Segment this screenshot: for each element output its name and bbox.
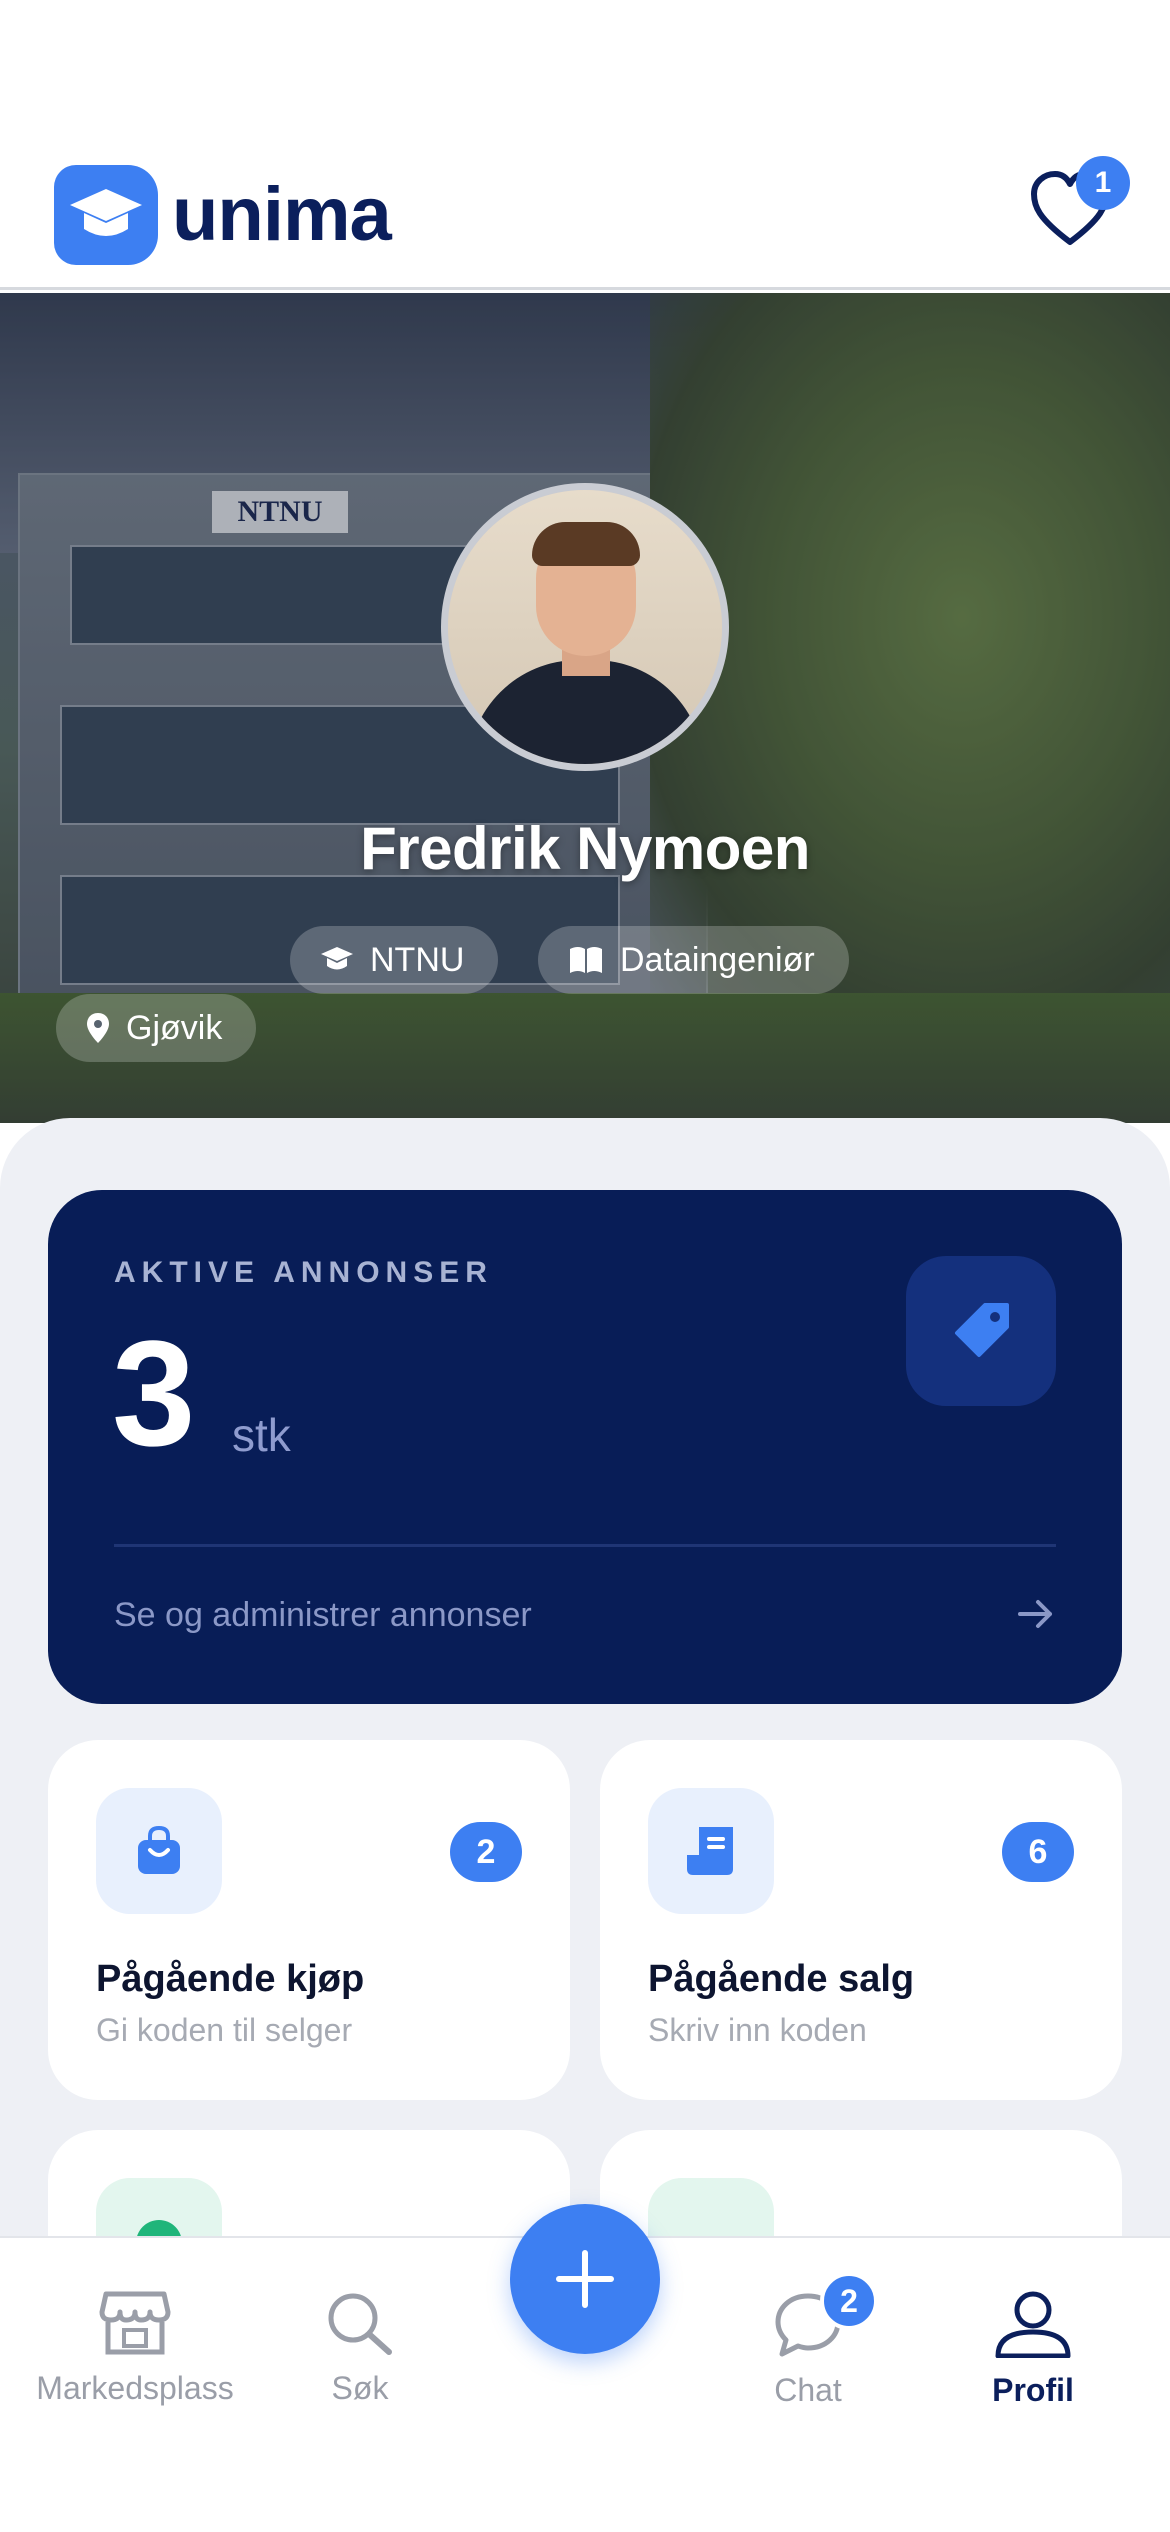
receipt-icon (648, 1788, 774, 1914)
ongoing-purchases-card[interactable]: 2 Pågående kjøp Gi koden til selger (48, 1740, 570, 2100)
tag-icon (906, 1256, 1056, 1406)
sales-title: Pågående salg (648, 1958, 915, 2000)
plus-icon (556, 2250, 614, 2308)
graduation-cap-icon (321, 947, 353, 970)
city-label: Gjøvik (126, 1008, 223, 1047)
search-icon (328, 2293, 392, 2355)
city-chip: Gjøvik (56, 994, 257, 1062)
app-name: unima (172, 172, 392, 257)
sales-count-badge: 6 (1002, 1822, 1074, 1882)
ongoing-sales-card[interactable]: 6 Pågående salg Skriv inn koden (600, 1740, 1122, 2100)
active-listings-count: 3 (112, 1309, 196, 1477)
nav-search-label: Søk (331, 2370, 389, 2406)
nav-profile[interactable]: Profil (970, 2290, 1096, 2409)
person-icon (995, 2291, 1071, 2358)
chat-unread-badge: 2 (820, 2272, 878, 2330)
manage-listings-link[interactable]: Se og administrer annonser (114, 1596, 532, 1635)
study-label: Dataingeniør (620, 940, 815, 979)
active-listings-label: AKTIVE ANNONSER (114, 1256, 493, 1289)
app-logo[interactable]: unima (54, 165, 392, 265)
nav-search[interactable]: Søk (300, 2290, 420, 2407)
purchases-count-badge: 2 (450, 1822, 522, 1882)
book-icon (570, 947, 602, 973)
nav-marketplace[interactable]: Markedsplass (30, 2290, 240, 2407)
app-header: unima 1 (0, 0, 1170, 290)
avatar[interactable] (441, 483, 729, 771)
study-chip: Dataingeniør (538, 926, 849, 994)
divider (114, 1544, 1056, 1547)
favorites-badge: 1 (1076, 156, 1130, 210)
profile-name: Fredrik Nymoen (360, 815, 810, 882)
graduation-cap-icon (54, 165, 158, 265)
purchases-title: Pågående kjøp (96, 1958, 365, 2000)
active-listings-card[interactable]: AKTIVE ANNONSER 3 stk Se og administrer … (48, 1190, 1122, 1704)
active-listings-unit: stk (232, 1409, 291, 1461)
nav-marketplace-label: Markedsplass (36, 2370, 234, 2406)
storefront-icon (99, 2291, 171, 2355)
nav-chat-label: Chat (774, 2372, 842, 2408)
location-pin-icon (87, 1013, 109, 1043)
school-chip: NTNU (290, 926, 499, 994)
arrow-right-icon[interactable] (1014, 1592, 1058, 1636)
purchases-subtitle: Gi koden til selger (96, 2012, 353, 2048)
nav-profile-label: Profil (992, 2372, 1074, 2408)
new-listing-button[interactable] (510, 2204, 660, 2354)
sales-subtitle: Skriv inn koden (648, 2012, 867, 2048)
shopping-bag-icon (96, 1788, 222, 1914)
school-label: NTNU (370, 940, 465, 979)
